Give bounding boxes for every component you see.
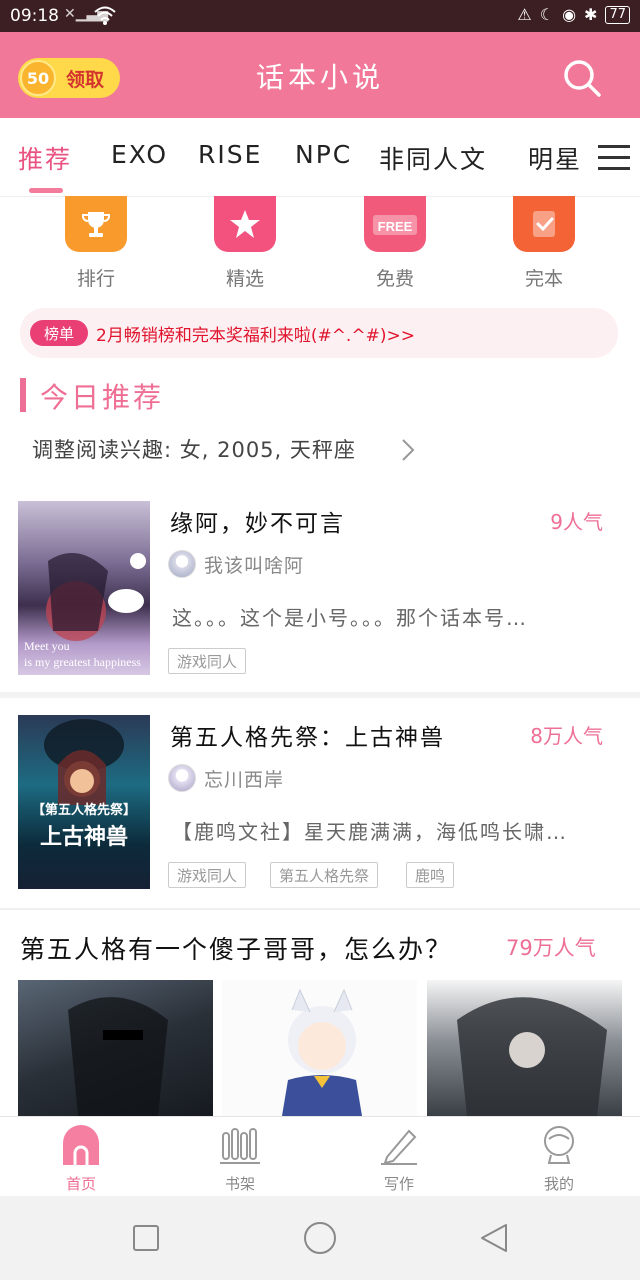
author-name: 忘川西岸 [204, 768, 285, 791]
book-tag[interactable]: 鹿鸣 [406, 862, 455, 888]
lock-rotation-icon: ◉ [562, 5, 577, 24]
wifi-icon [94, 6, 116, 25]
booklist-cover[interactable] [18, 980, 213, 1116]
tab-rise[interactable]: RISE [198, 140, 262, 169]
nav-bookshelf[interactable]: 书架 [200, 1125, 280, 1194]
moon-icon: ☾ [539, 5, 555, 24]
tab-menu-icon[interactable] [598, 145, 630, 171]
book-description: 【鹿鸣文社】星天鹿满满，海低鸣长啸… [172, 820, 568, 844]
category-ranking[interactable]: 排行 [51, 196, 141, 291]
category-label: 免费 [375, 268, 414, 290]
app-header: 50 领取 话本小说 [0, 32, 640, 118]
nav-label: 我的 [543, 1175, 574, 1193]
nav-label: 首页 [65, 1175, 96, 1193]
tab-indicator [29, 188, 63, 193]
book-cover: 【第五人格先祭】 上古神兽 [18, 715, 150, 889]
status-icons: ⚠ ☾ ◉ ✱ 77 [517, 5, 630, 24]
book-item[interactable]: Meet you is my greatest happiness 缘阿，妙不可… [0, 498, 640, 690]
bookshelf-icon [220, 1128, 260, 1164]
star-icon [214, 196, 276, 252]
booklist-popularity: 79万人气 [506, 936, 596, 960]
home-button-icon[interactable] [302, 1220, 338, 1256]
book-item[interactable]: 【第五人格先祭】 上古神兽 第五人格先祭：上古神兽 8万人气 忘川西岸 【鹿鸣文… [0, 712, 640, 902]
book-title: 第五人格先祭：上古神兽 [170, 725, 445, 751]
book-tag[interactable]: 游戏同人 [168, 648, 247, 674]
booklist-title[interactable]: 第五人格有一个傻子哥哥，怎么办？ [20, 930, 452, 966]
adjust-interest-link[interactable]: 调整阅读兴趣: 女, 2005, 天秤座 [32, 434, 356, 464]
category-label: 完本 [524, 268, 563, 290]
app-title: 话本小说 [255, 61, 384, 94]
search-icon[interactable] [560, 56, 604, 100]
booklist-cover[interactable] [427, 980, 622, 1116]
divider [0, 692, 640, 698]
notification-icon: ⚠ [517, 5, 532, 24]
booklist-cover[interactable] [222, 980, 417, 1116]
tab-non-fanfic[interactable]: 非同人文 [379, 140, 487, 176]
category-featured[interactable]: 精选 [200, 196, 290, 291]
nav-profile[interactable]: 我的 [519, 1125, 599, 1194]
avatar [168, 550, 196, 578]
author-row[interactable]: 我该叫啥阿 [168, 550, 304, 578]
category-free[interactable]: FREE 免费 [350, 196, 440, 291]
category-completed[interactable]: 完本 [499, 196, 589, 291]
svg-text:FREE: FREE [378, 219, 413, 234]
book-popularity: 9人气 [550, 510, 603, 534]
pen-icon [381, 1129, 417, 1165]
tab-npc[interactable]: NPC [295, 140, 352, 169]
announcement-text: 2月畅销榜和完本奖福利来啦(#^.^#)>> [96, 326, 415, 346]
back-icon[interactable] [478, 1222, 510, 1254]
system-navigation-bar [0, 1196, 640, 1280]
bottom-navigation: 首页 书架 写作 我的 [0, 1116, 640, 1197]
status-bar: 09:18 ✕▁▃▅ ⚠ ☾ ◉ ✱ 77 [0, 0, 640, 32]
nav-label: 写作 [383, 1175, 414, 1193]
profile-icon [544, 1126, 574, 1164]
book-popularity: 8万人气 [530, 724, 603, 748]
tab-exo[interactable]: EXO [111, 140, 168, 169]
author-name: 我该叫啥阿 [204, 554, 305, 577]
category-label: 精选 [225, 268, 264, 290]
recent-apps-icon[interactable] [132, 1224, 160, 1252]
book-tag[interactable]: 游戏同人 [168, 862, 247, 888]
divider [0, 908, 640, 910]
book-title: 缘阿，妙不可言 [170, 511, 345, 537]
announcement-banner[interactable]: 榜单 2月畅销榜和完本奖福利来啦(#^.^#)>> [20, 308, 618, 358]
free-icon: FREE [364, 196, 426, 252]
battery-icon: 77 [605, 5, 630, 24]
nav-home[interactable]: 首页 [41, 1125, 121, 1194]
chevron-right-icon[interactable] [400, 437, 416, 463]
author-row[interactable]: 忘川西岸 [168, 764, 284, 792]
category-tabs: 推荐 EXO RISE NPC 非同人文 明星 [0, 118, 640, 197]
category-label: 排行 [76, 268, 115, 290]
book-description: 这。。。这个是小号。。。那个话本号… [172, 606, 528, 630]
status-time: 09:18 [10, 6, 59, 26]
tab-celebrity[interactable]: 明星 [528, 140, 582, 176]
bluetooth-icon: ✱ [584, 5, 598, 24]
nav-write[interactable]: 写作 [359, 1125, 439, 1194]
nav-label: 书架 [224, 1175, 255, 1193]
book-cover: Meet you is my greatest happiness [18, 501, 150, 675]
section-marker [20, 378, 26, 412]
check-icon [513, 196, 575, 252]
ranking-badge: 榜单 [30, 320, 88, 346]
tab-recommend[interactable]: 推荐 [18, 140, 72, 176]
book-tag[interactable]: 第五人格先祭 [270, 862, 379, 888]
trophy-icon [65, 196, 127, 252]
home-icon [63, 1125, 99, 1165]
avatar [168, 764, 196, 792]
section-title: 今日推荐 [40, 381, 165, 414]
